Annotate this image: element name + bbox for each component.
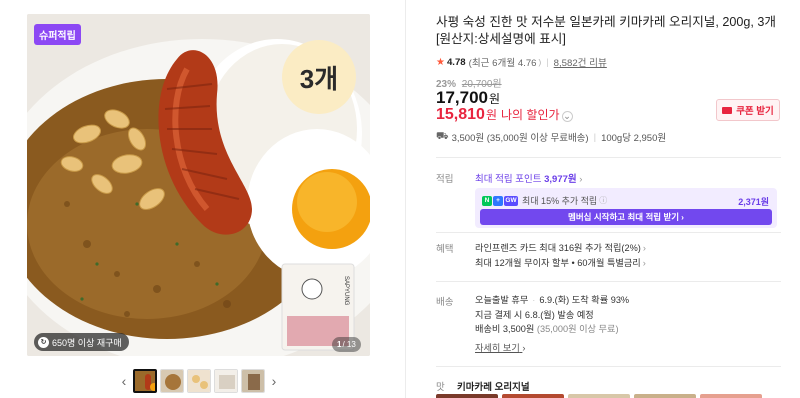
- option-swatch-1[interactable]: [436, 394, 498, 398]
- max-points-line[interactable]: 최대 적립 포인트 3,977원 ›: [475, 171, 582, 185]
- shipping-more-link[interactable]: 자세히 보기 ›: [475, 340, 525, 354]
- points-label: 적립: [436, 174, 454, 185]
- image-counter-total: / 13: [342, 340, 356, 349]
- reorder-text: 650명 이상 재구매: [52, 337, 122, 348]
- option-value: 키마카레 오리지널: [457, 382, 530, 393]
- shipping-line-2: 지금 결제 시 6.8.(월) 발송 예정: [475, 309, 594, 320]
- extra-points-text: 최대 15% 추가 적립: [522, 196, 598, 206]
- shipping-details: 오늘출발 휴무 · 6.9.(화) 도착 확률 93% 지금 결제 시 6.8.(월…: [475, 293, 629, 337]
- option-swatches: [436, 394, 762, 398]
- npay-badges: N + GW: [482, 195, 518, 206]
- benefit-list: 라인프렌즈 카드 최대 316원 추가 적립(2%) › 최대 12개월 무이자 …: [475, 241, 646, 271]
- reorder-badge: ↻ 650명 이상 재구매: [34, 333, 129, 351]
- option-swatch-2[interactable]: [502, 394, 564, 398]
- option-swatch-4[interactable]: [634, 394, 696, 398]
- shipping-more-text: 자세히 보기: [475, 343, 520, 353]
- chevron-left-icon[interactable]: ‹: [118, 369, 130, 393]
- thumbnail-5[interactable]: [241, 369, 265, 393]
- benefits-label: 혜택: [436, 244, 454, 255]
- installment-line[interactable]: 최대 12개월 무이자 할부 • 60개월 특별금리 ›: [475, 256, 646, 271]
- coupon-button-label: 쿠폰 받기: [736, 106, 774, 117]
- chevron-right-icon: ›: [642, 243, 646, 253]
- thumbnail-2[interactable]: [160, 369, 184, 393]
- section-divider: [436, 157, 781, 158]
- extra-points-line: N + GW 최대 15% 추가 적립 ⓘ: [482, 194, 607, 207]
- star-icon: ★: [436, 56, 445, 68]
- option-swatch-3[interactable]: [568, 394, 630, 398]
- card-benefit-line[interactable]: 라인프렌즈 카드 최대 316원 추가 적립(2%) ›: [475, 241, 646, 256]
- max-points-amount: 3,977원: [544, 174, 577, 185]
- option-swatch-5[interactable]: [700, 394, 762, 398]
- rating-summary: ★ 4.78 (최근 6개월 4.76 ) | 8,582건 리뷰: [436, 55, 607, 70]
- thumbnail-3[interactable]: [187, 369, 211, 393]
- section-divider: [436, 232, 781, 233]
- extra-points-amount: 2,371원: [738, 197, 769, 207]
- info-icon[interactable]: ⓘ: [599, 195, 607, 206]
- rating-recent: (최근 6개월 4.76: [468, 58, 537, 69]
- start-membership-label: 멤버십 시작하고 최대 적립 받기: [568, 212, 680, 222]
- info-icon[interactable]: ): [539, 58, 542, 67]
- product-title: 사평 숙성 진한 맛 저수분 일본카레 키마카레 오리지널, 200g, 3개 …: [436, 15, 776, 46]
- chevron-right-icon[interactable]: ›: [268, 369, 280, 393]
- shipping-fee: 배송비 3,500원: [475, 324, 535, 334]
- installment-text: 최대 12개월 무이자 할부 • 60개월 특별금리: [475, 258, 641, 268]
- column-divider: [405, 0, 406, 398]
- chevron-right-icon: ›: [642, 258, 646, 268]
- card-benefit-text: 라인프렌즈 카드 최대 316원 추가 적립(2%): [475, 243, 641, 253]
- thumbnail-4[interactable]: [214, 369, 238, 393]
- chevron-right-icon: ›: [579, 174, 583, 185]
- member-price-value: 15,810: [436, 106, 485, 123]
- option-label: 맛: [436, 382, 445, 393]
- max-points-text: 최대 적립 포인트: [475, 174, 542, 185]
- divider: |: [546, 56, 549, 68]
- section-divider: [436, 281, 781, 282]
- delivery-fee: 3,500원 (35,000원 이상 무료배송): [451, 133, 589, 144]
- arrival-probability: 6.9.(화) 도착 확률 93%: [539, 295, 630, 305]
- gw-badge-icon: GW: [504, 195, 518, 206]
- chevron-right-icon: ›: [681, 212, 684, 222]
- sale-price-value: 17,700: [436, 88, 488, 107]
- start-membership-button[interactable]: 멤버십 시작하고 최대 적립 받기 ›: [480, 209, 772, 225]
- n-badge-icon: N: [482, 195, 492, 206]
- member-price-label: 나의 할인가: [500, 108, 560, 122]
- super-points-badge: 슈퍼적립: [34, 24, 81, 45]
- shipping-line-1: 오늘출발 휴무 · 6.9.(화) 도착 확률 93%: [475, 293, 629, 308]
- free-shipping-threshold: (35,000원 이상 무료): [536, 324, 619, 334]
- sale-price: 17,700원: [436, 88, 500, 108]
- coupon-button[interactable]: 쿠폰 받기: [716, 99, 780, 121]
- image-counter-current: 1: [337, 340, 342, 349]
- svg-text:SAPYUNG: SAPYUNG: [343, 276, 349, 306]
- thumbnail-1[interactable]: [133, 369, 157, 393]
- section-divider: [436, 366, 781, 367]
- chevron-down-icon[interactable]: ⌄: [561, 111, 573, 122]
- quantity-bubble: 3개: [282, 40, 356, 114]
- my-discount-price[interactable]: 15,810 원 나의 할인가 ⌄: [436, 106, 573, 124]
- today-ship-status: 오늘출발 휴무: [475, 295, 529, 305]
- image-counter: 1 / 13: [332, 337, 361, 352]
- review-count-link[interactable]: 8,582건 리뷰: [554, 55, 607, 69]
- plus-badge-icon: +: [493, 195, 503, 206]
- product-gallery: SAPYUNG 슈퍼적립 3개 ↻ 650명 이상 재구매 1 / 13 ‹ ›: [0, 0, 405, 398]
- unit-price: 100g당 2,950원: [601, 133, 667, 144]
- truck-icon: ⛟: [436, 130, 449, 142]
- divider: |: [593, 131, 597, 143]
- naverpay-points-box: N + GW 최대 15% 추가 적립 ⓘ 2,371원 멤버십 시작하고 최대…: [475, 188, 777, 228]
- shipping-label: 배송: [436, 297, 454, 308]
- rating-score: 4.78: [446, 56, 466, 68]
- chevron-right-icon: ›: [522, 343, 526, 353]
- shipping-line-3: 배송비 3,500원 (35,000원 이상 무료): [475, 322, 629, 337]
- thumbnail-strip: ‹ ›: [118, 369, 280, 393]
- dot-divider: ·: [532, 295, 536, 305]
- reorder-icon: ↻: [38, 336, 49, 348]
- coupon-icon: [722, 106, 733, 114]
- delivery-summary: ⛟ 3,500원 (35,000원 이상 무료배송) | 100g당 2,950…: [436, 130, 667, 145]
- member-price-unit: 원: [485, 108, 497, 122]
- sale-price-unit: 원: [489, 92, 501, 106]
